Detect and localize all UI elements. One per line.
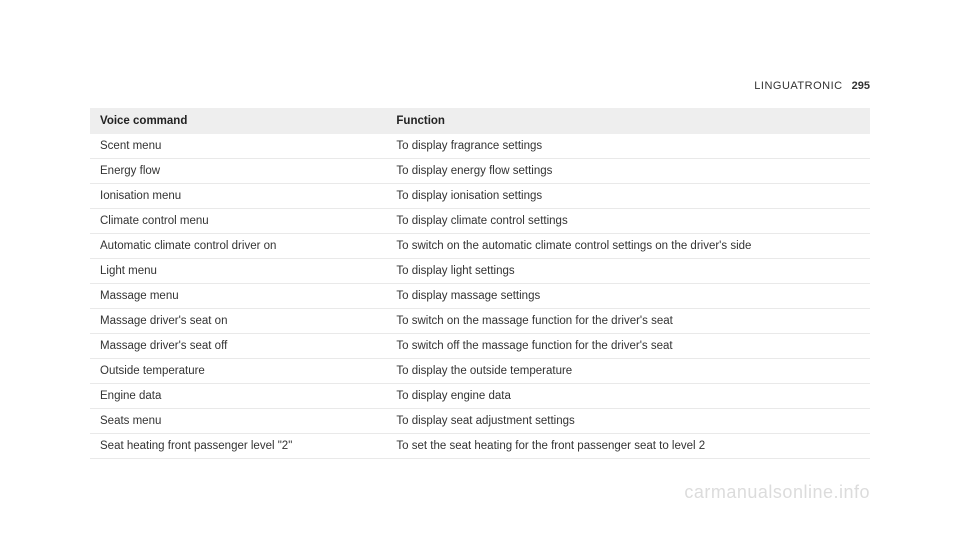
header-function: Function bbox=[386, 108, 870, 134]
cell-function: To display the outside temperature bbox=[386, 359, 870, 384]
cell-function: To switch off the massage function for t… bbox=[386, 334, 870, 359]
page-number: 295 bbox=[852, 80, 870, 92]
cell-function: To display seat adjustment settings bbox=[386, 409, 870, 434]
table-row: Massage driver's seat on To switch on th… bbox=[90, 309, 870, 334]
table-row: Ionisation menu To display ionisation se… bbox=[90, 184, 870, 209]
cell-voice-command: Light menu bbox=[90, 259, 386, 284]
voice-command-table: Voice command Function Scent menu To dis… bbox=[90, 108, 870, 459]
cell-voice-command: Seat heating front passenger level "2" bbox=[90, 434, 386, 459]
table-row: Massage menu To display massage settings bbox=[90, 284, 870, 309]
table-row: Outside temperature To display the outsi… bbox=[90, 359, 870, 384]
cell-voice-command: Outside temperature bbox=[90, 359, 386, 384]
cell-function: To display fragrance settings bbox=[386, 134, 870, 159]
table-row: Engine data To display engine data bbox=[90, 384, 870, 409]
cell-voice-command: Seats menu bbox=[90, 409, 386, 434]
cell-voice-command: Engine data bbox=[90, 384, 386, 409]
table-row: Scent menu To display fragrance settings bbox=[90, 134, 870, 159]
section-name: LINGUATRONIC bbox=[754, 80, 842, 92]
table-row: Seat heating front passenger level "2" T… bbox=[90, 434, 870, 459]
cell-voice-command: Massage menu bbox=[90, 284, 386, 309]
table-row: Energy flow To display energy flow setti… bbox=[90, 159, 870, 184]
table-row: Light menu To display light settings bbox=[90, 259, 870, 284]
content-area: Voice command Function Scent menu To dis… bbox=[90, 108, 870, 459]
page-header: LINGUATRONIC 295 bbox=[90, 80, 870, 95]
cell-function: To display energy flow settings bbox=[386, 159, 870, 184]
cell-voice-command: Climate control menu bbox=[90, 209, 386, 234]
cell-function: To display ionisation settings bbox=[386, 184, 870, 209]
table-header-row: Voice command Function bbox=[90, 108, 870, 134]
cell-function: To display light settings bbox=[386, 259, 870, 284]
cell-voice-command: Ionisation menu bbox=[90, 184, 386, 209]
cell-voice-command: Automatic climate control driver on bbox=[90, 234, 386, 259]
table-row: Seats menu To display seat adjustment se… bbox=[90, 409, 870, 434]
cell-function: To display massage settings bbox=[386, 284, 870, 309]
cell-voice-command: Massage driver's seat off bbox=[90, 334, 386, 359]
table-row: Automatic climate control driver on To s… bbox=[90, 234, 870, 259]
cell-function: To set the seat heating for the front pa… bbox=[386, 434, 870, 459]
cell-function: To switch on the automatic climate contr… bbox=[386, 234, 870, 259]
cell-function: To display climate control settings bbox=[386, 209, 870, 234]
cell-function: To switch on the massage function for th… bbox=[386, 309, 870, 334]
header-voice-command: Voice command bbox=[90, 108, 386, 134]
cell-function: To display engine data bbox=[386, 384, 870, 409]
watermark: carmanualsonline.info bbox=[684, 482, 870, 503]
cell-voice-command: Energy flow bbox=[90, 159, 386, 184]
cell-voice-command: Massage driver's seat on bbox=[90, 309, 386, 334]
cell-voice-command: Scent menu bbox=[90, 134, 386, 159]
table-row: Climate control menu To display climate … bbox=[90, 209, 870, 234]
table-row: Massage driver's seat off To switch off … bbox=[90, 334, 870, 359]
